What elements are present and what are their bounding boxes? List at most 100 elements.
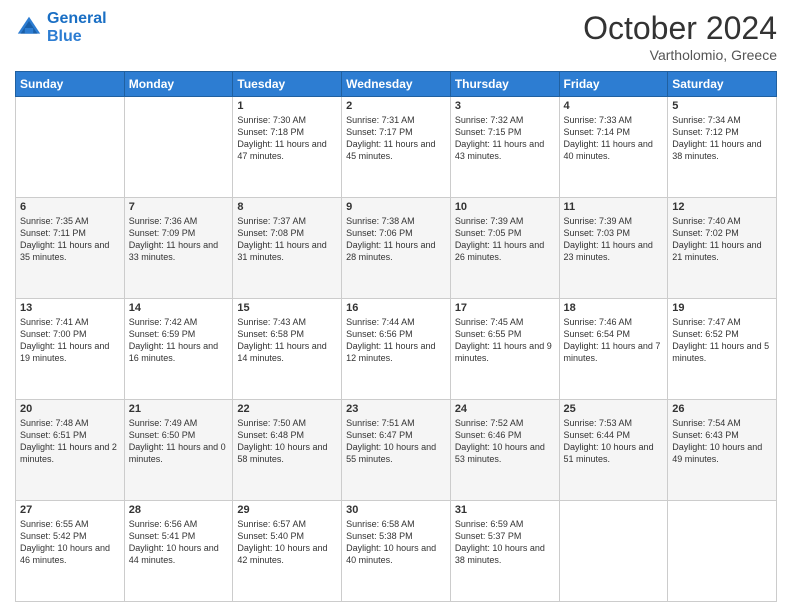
day-info: Sunrise: 7:46 AMSunset: 6:54 PMDaylight:… [564,316,664,365]
day-cell-2-4: 17 Sunrise: 7:45 AMSunset: 6:55 PMDaylig… [450,299,559,400]
day-info: Sunrise: 7:43 AMSunset: 6:58 PMDaylight:… [237,316,337,365]
day-cell-3-1: 21 Sunrise: 7:49 AMSunset: 6:50 PMDaylig… [124,400,233,501]
day-cell-2-3: 16 Sunrise: 7:44 AMSunset: 6:56 PMDaylig… [342,299,451,400]
day-info: Sunrise: 7:47 AMSunset: 6:52 PMDaylight:… [672,316,772,365]
day-info: Sunrise: 7:54 AMSunset: 6:43 PMDaylight:… [672,417,772,466]
calendar-table: Sunday Monday Tuesday Wednesday Thursday… [15,71,777,602]
day-cell-2-5: 18 Sunrise: 7:46 AMSunset: 6:54 PMDaylig… [559,299,668,400]
day-cell-4-5 [559,501,668,602]
day-info: Sunrise: 7:52 AMSunset: 6:46 PMDaylight:… [455,417,555,466]
day-info: Sunrise: 7:31 AMSunset: 7:17 PMDaylight:… [346,114,446,163]
col-tuesday: Tuesday [233,72,342,97]
day-cell-4-0: 27 Sunrise: 6:55 AMSunset: 5:42 PMDaylig… [16,501,125,602]
day-info: Sunrise: 7:48 AMSunset: 6:51 PMDaylight:… [20,417,120,466]
day-number: 9 [346,201,446,213]
title-area: October 2024 Vartholomio, Greece [583,10,777,63]
day-info: Sunrise: 7:33 AMSunset: 7:14 PMDaylight:… [564,114,664,163]
day-cell-1-3: 9 Sunrise: 7:38 AMSunset: 7:06 PMDayligh… [342,198,451,299]
day-cell-3-4: 24 Sunrise: 7:52 AMSunset: 6:46 PMDaylig… [450,400,559,501]
day-number: 31 [455,504,555,516]
month-title: October 2024 [583,10,777,47]
day-number: 3 [455,100,555,112]
day-number: 1 [237,100,337,112]
day-number: 20 [20,403,120,415]
day-info: Sunrise: 7:41 AMSunset: 7:00 PMDaylight:… [20,316,120,365]
day-number: 21 [129,403,229,415]
day-cell-3-2: 22 Sunrise: 7:50 AMSunset: 6:48 PMDaylig… [233,400,342,501]
day-number: 11 [564,201,664,213]
day-number: 13 [20,302,120,314]
week-row-0: 1 Sunrise: 7:30 AMSunset: 7:18 PMDayligh… [16,97,777,198]
day-info: Sunrise: 7:50 AMSunset: 6:48 PMDaylight:… [237,417,337,466]
day-info: Sunrise: 7:38 AMSunset: 7:06 PMDaylight:… [346,215,446,264]
header: General Blue October 2024 Vartholomio, G… [15,10,777,63]
day-number: 23 [346,403,446,415]
day-info: Sunrise: 7:37 AMSunset: 7:08 PMDaylight:… [237,215,337,264]
day-cell-2-6: 19 Sunrise: 7:47 AMSunset: 6:52 PMDaylig… [668,299,777,400]
day-cell-1-0: 6 Sunrise: 7:35 AMSunset: 7:11 PMDayligh… [16,198,125,299]
day-cell-3-0: 20 Sunrise: 7:48 AMSunset: 6:51 PMDaylig… [16,400,125,501]
day-info: Sunrise: 6:58 AMSunset: 5:38 PMDaylight:… [346,518,446,567]
day-number: 22 [237,403,337,415]
day-number: 28 [129,504,229,516]
day-cell-4-4: 31 Sunrise: 6:59 AMSunset: 5:37 PMDaylig… [450,501,559,602]
logo-text: General Blue [47,10,107,45]
day-info: Sunrise: 7:35 AMSunset: 7:11 PMDaylight:… [20,215,120,264]
day-info: Sunrise: 6:57 AMSunset: 5:40 PMDaylight:… [237,518,337,567]
day-number: 25 [564,403,664,415]
day-info: Sunrise: 6:55 AMSunset: 5:42 PMDaylight:… [20,518,120,567]
day-cell-3-6: 26 Sunrise: 7:54 AMSunset: 6:43 PMDaylig… [668,400,777,501]
day-number: 6 [20,201,120,213]
day-number: 5 [672,100,772,112]
day-cell-2-2: 15 Sunrise: 7:43 AMSunset: 6:58 PMDaylig… [233,299,342,400]
day-info: Sunrise: 7:51 AMSunset: 6:47 PMDaylight:… [346,417,446,466]
day-number: 19 [672,302,772,314]
day-number: 10 [455,201,555,213]
day-info: Sunrise: 6:59 AMSunset: 5:37 PMDaylight:… [455,518,555,567]
day-cell-0-0 [16,97,125,198]
day-number: 7 [129,201,229,213]
day-info: Sunrise: 7:39 AMSunset: 7:05 PMDaylight:… [455,215,555,264]
day-info: Sunrise: 6:56 AMSunset: 5:41 PMDaylight:… [129,518,229,567]
day-info: Sunrise: 7:42 AMSunset: 6:59 PMDaylight:… [129,316,229,365]
day-number: 8 [237,201,337,213]
day-number: 4 [564,100,664,112]
col-monday: Monday [124,72,233,97]
col-thursday: Thursday [450,72,559,97]
day-cell-3-3: 23 Sunrise: 7:51 AMSunset: 6:47 PMDaylig… [342,400,451,501]
day-info: Sunrise: 7:40 AMSunset: 7:02 PMDaylight:… [672,215,772,264]
day-cell-1-1: 7 Sunrise: 7:36 AMSunset: 7:09 PMDayligh… [124,198,233,299]
day-info: Sunrise: 7:45 AMSunset: 6:55 PMDaylight:… [455,316,555,365]
day-number: 16 [346,302,446,314]
day-info: Sunrise: 7:39 AMSunset: 7:03 PMDaylight:… [564,215,664,264]
col-saturday: Saturday [668,72,777,97]
day-number: 18 [564,302,664,314]
day-cell-1-6: 12 Sunrise: 7:40 AMSunset: 7:02 PMDaylig… [668,198,777,299]
calendar-header-row: Sunday Monday Tuesday Wednesday Thursday… [16,72,777,97]
day-number: 15 [237,302,337,314]
day-number: 24 [455,403,555,415]
day-number: 30 [346,504,446,516]
day-info: Sunrise: 7:32 AMSunset: 7:15 PMDaylight:… [455,114,555,163]
day-cell-0-6: 5 Sunrise: 7:34 AMSunset: 7:12 PMDayligh… [668,97,777,198]
week-row-1: 6 Sunrise: 7:35 AMSunset: 7:11 PMDayligh… [16,198,777,299]
day-info: Sunrise: 7:49 AMSunset: 6:50 PMDaylight:… [129,417,229,466]
col-friday: Friday [559,72,668,97]
day-info: Sunrise: 7:36 AMSunset: 7:09 PMDaylight:… [129,215,229,264]
day-cell-0-4: 3 Sunrise: 7:32 AMSunset: 7:15 PMDayligh… [450,97,559,198]
day-info: Sunrise: 7:44 AMSunset: 6:56 PMDaylight:… [346,316,446,365]
logo-general: General [47,10,107,27]
day-cell-1-5: 11 Sunrise: 7:39 AMSunset: 7:03 PMDaylig… [559,198,668,299]
location: Vartholomio, Greece [583,47,777,63]
day-cell-4-1: 28 Sunrise: 6:56 AMSunset: 5:41 PMDaylig… [124,501,233,602]
logo: General Blue [15,10,107,45]
day-cell-1-4: 10 Sunrise: 7:39 AMSunset: 7:05 PMDaylig… [450,198,559,299]
day-cell-2-1: 14 Sunrise: 7:42 AMSunset: 6:59 PMDaylig… [124,299,233,400]
week-row-2: 13 Sunrise: 7:41 AMSunset: 7:00 PMDaylig… [16,299,777,400]
col-wednesday: Wednesday [342,72,451,97]
day-number: 2 [346,100,446,112]
week-row-3: 20 Sunrise: 7:48 AMSunset: 6:51 PMDaylig… [16,400,777,501]
logo-blue: Blue [47,28,82,45]
day-number: 29 [237,504,337,516]
week-row-4: 27 Sunrise: 6:55 AMSunset: 5:42 PMDaylig… [16,501,777,602]
